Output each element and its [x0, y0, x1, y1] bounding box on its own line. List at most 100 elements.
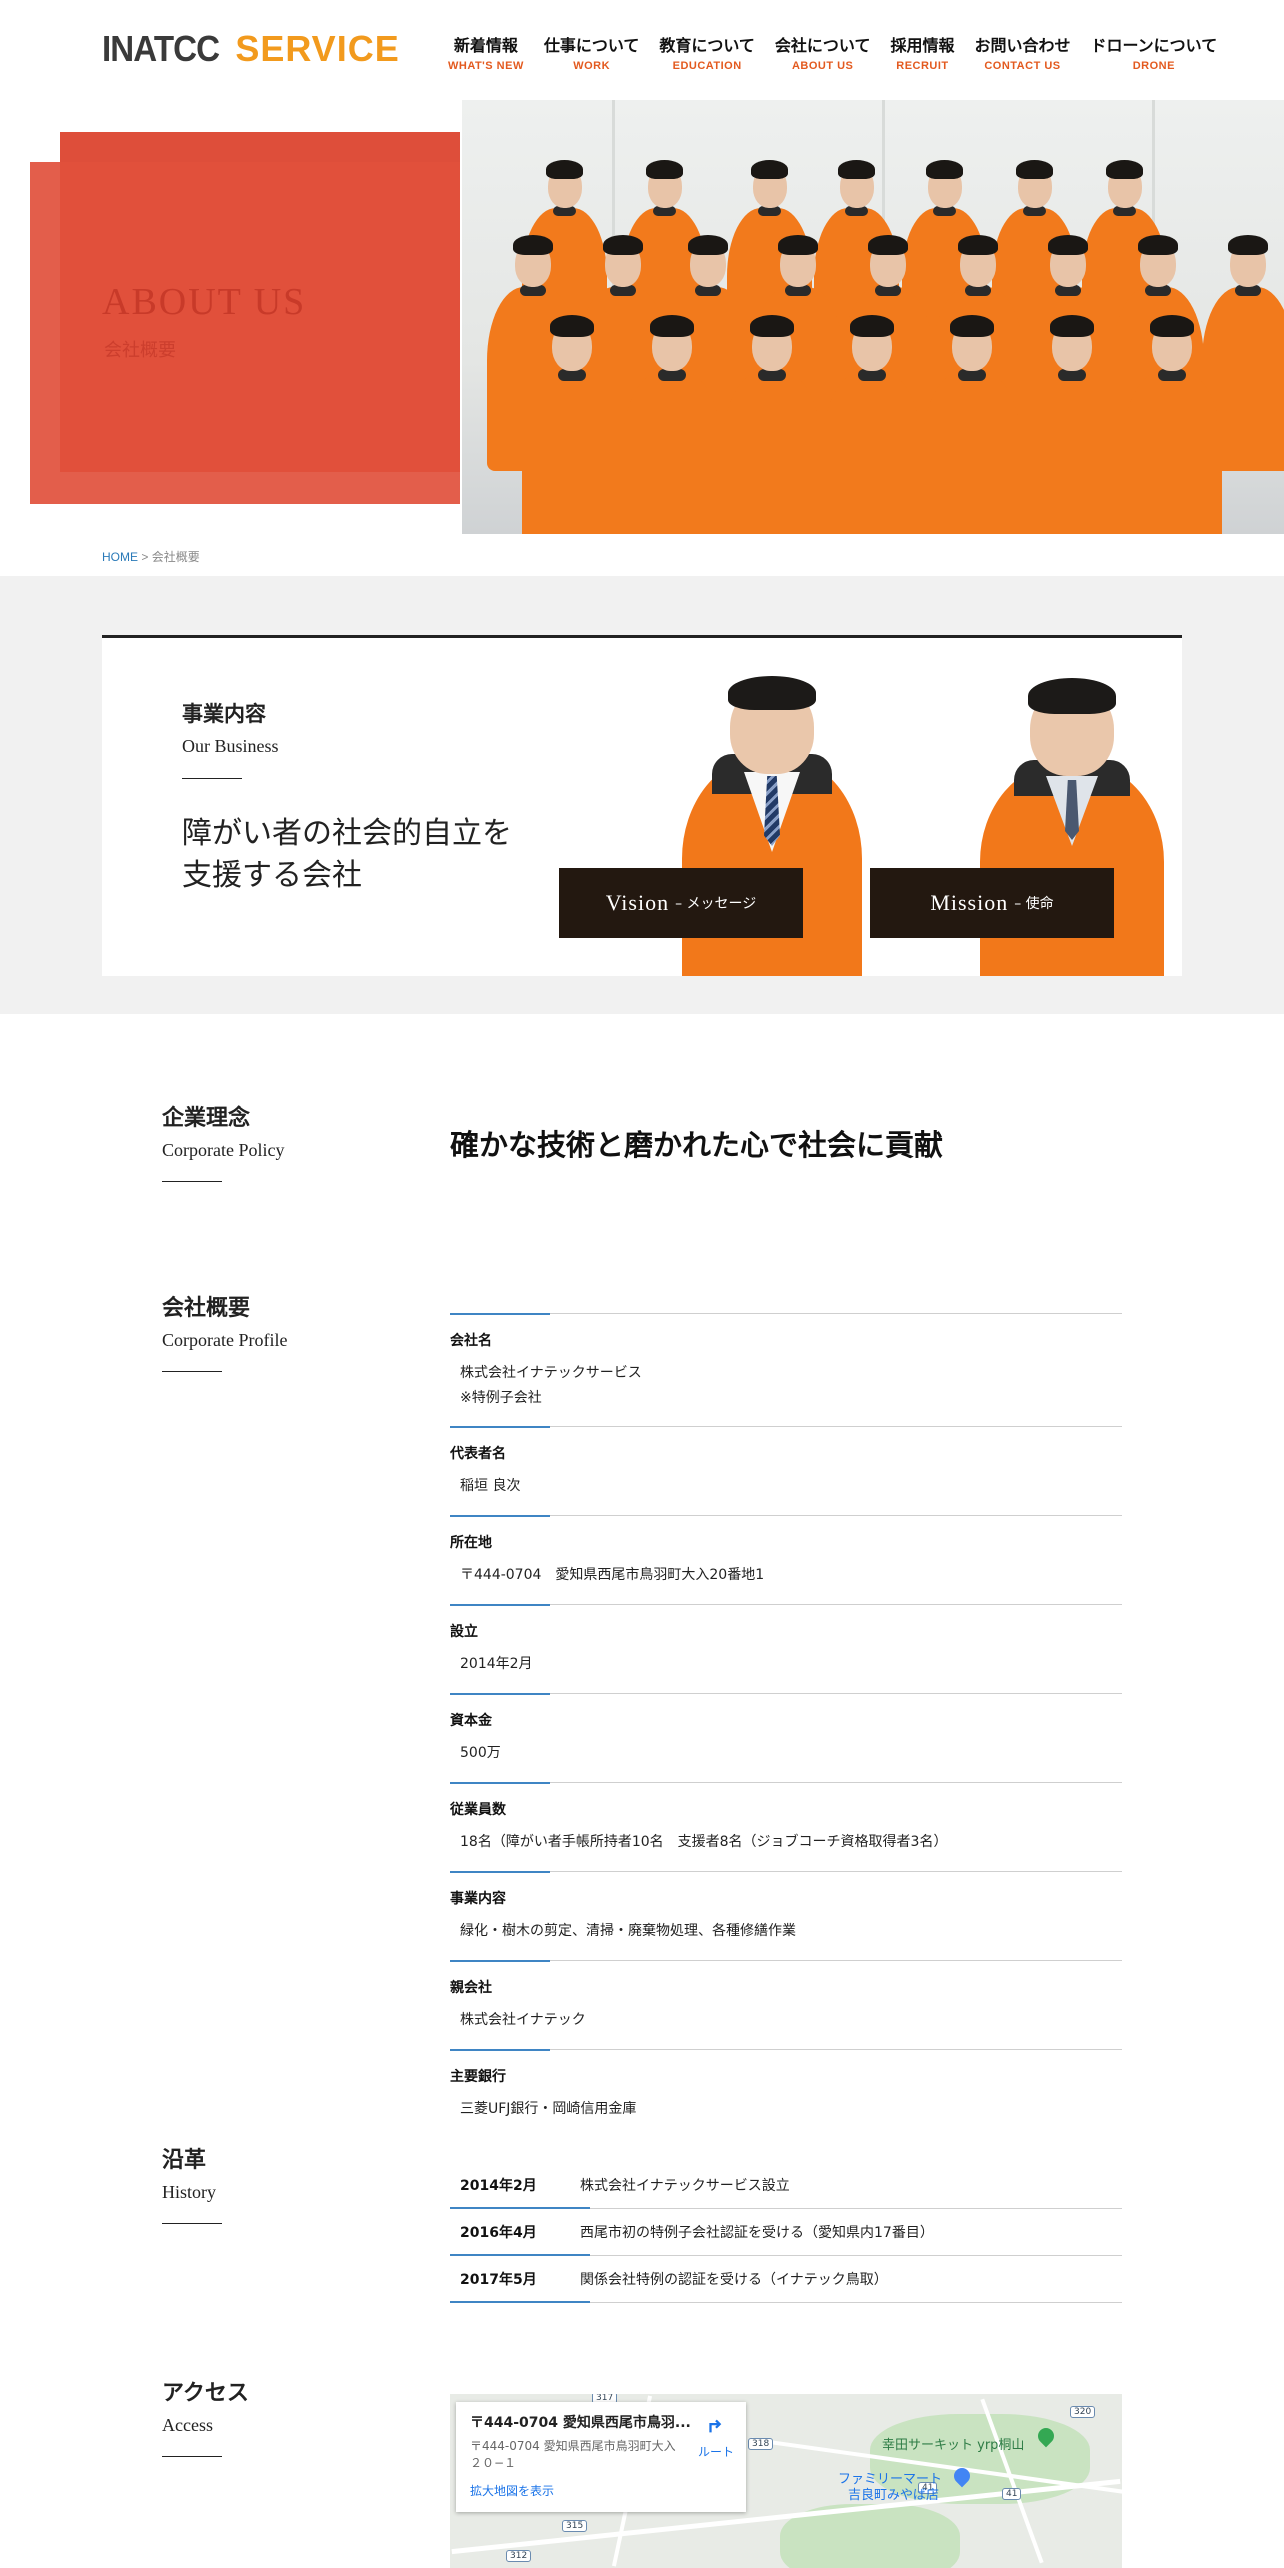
site-logo[interactable]: INATCC SERVICE [102, 26, 400, 72]
history-row: 2014年2月 株式会社イナテックサービス設立 [450, 2162, 1122, 2209]
history-event: 株式会社イナテックサービス設立 [580, 2178, 790, 2194]
route-shield: 41 [1002, 2488, 1022, 2500]
hair [837, 160, 876, 179]
hair [750, 160, 789, 179]
hero-title: ABOUT US [102, 281, 307, 323]
breadcrumb: HOME > 会社概要 [102, 548, 200, 565]
profile-row: 事業内容 緑化・樹木の剪定、清掃・廃棄物処理、各種修繕作業 [450, 1871, 1122, 1960]
history-row: 2017年5月 関係会社特例の認証を受ける（イナテック鳥取） [450, 2256, 1122, 2303]
profile-label: 所在地 [450, 1535, 492, 1551]
heading-underline [162, 2456, 222, 2457]
nav-label-jp: 教育について [659, 36, 755, 55]
profile-table: 会社名 株式会社イナテックサービス ※特例子会社 代表者名 稲垣 良次 所在地 … [450, 1313, 1122, 2138]
history-heading: 沿革 History [162, 2142, 222, 2224]
profile-value: 2014年2月 [460, 1656, 533, 1672]
profile-value: 18名（障がい者手帳所持者10名 支援者8名（ジョブコーチ資格取得者3名） [460, 1834, 948, 1850]
vision-button-sublabel: – メッセージ [675, 896, 757, 912]
map-route-button[interactable]: ルート [698, 2414, 734, 2460]
directions-icon [709, 2419, 722, 2433]
breadcrumb-current: 会社概要 [151, 550, 200, 564]
map-info-card: 〒444-0704 愛知県西尾市鳥羽... 〒444-0704 愛知県西尾市鳥羽… [456, 2402, 746, 2512]
profile-value: 株式会社イナテック [460, 2012, 586, 2028]
profile-row: 従業員数 18名（障がい者手帳所持者10名 支援者8名（ジョブコーチ資格取得者3… [450, 1782, 1122, 1871]
nav-item-news[interactable]: 新着情報 WHAT'S NEW [438, 32, 534, 72]
nav-item-education[interactable]: 教育について EDUCATION [649, 32, 765, 72]
map-route-label: ルート [697, 2445, 734, 2459]
hair [1050, 315, 1094, 337]
policy-statement: 確かな技術と磨かれた心で社会に貢献 [450, 1128, 944, 1162]
hair [1047, 235, 1089, 256]
breadcrumb-home-link[interactable]: HOME [102, 550, 138, 564]
mission-button-sublabel: – 使命 [1014, 896, 1054, 912]
nav-item-work[interactable]: 仕事について WORK [534, 32, 650, 72]
nav-label-en: WORK [573, 60, 611, 72]
hair [750, 315, 794, 337]
profile-row: 主要銀行 三菱UFJ銀行・岡崎信用金庫 [450, 2049, 1122, 2138]
orange-jacket [822, 371, 922, 534]
hair [1227, 235, 1269, 256]
orange-jacket [622, 371, 722, 534]
nav-label-en: DRONE [1132, 60, 1175, 72]
hero-subtitle: 会社概要 [104, 340, 176, 361]
hair [602, 235, 644, 256]
catchphrase-line-1: 障がい者の社会的自立を [182, 816, 512, 851]
nav-item-recruit[interactable]: 採用情報 RECRUIT [880, 32, 964, 72]
access-map[interactable]: 317 320 318 41 41 315 312 幸田サーキット yrp桐山 … [450, 2394, 1122, 2568]
hair [545, 160, 584, 179]
hair [1150, 315, 1194, 337]
profile-label: 代表者名 [450, 1446, 506, 1462]
history-heading-en: History [162, 2182, 216, 2202]
profile-label: 主要銀行 [450, 2069, 506, 2085]
vision-button-label: Vision [605, 890, 670, 915]
portrait-hair [1028, 678, 1116, 714]
profile-value: 緑化・樹木の剪定、清掃・廃棄物処理、各種修繕作業 [460, 1923, 796, 1939]
hero-red-panel-front [30, 162, 460, 504]
hero-banner: ABOUT US 会社概要 [0, 100, 1284, 534]
profile-row: 資本金 500万 [450, 1693, 1122, 1782]
map-enlarge-link[interactable]: 拡大地図を表示 [470, 2482, 732, 2499]
profile-label: 設立 [450, 1624, 478, 1640]
profile-value: 株式会社イナテックサービス [460, 1365, 642, 1381]
profile-heading: 会社概要 Corporate Profile [162, 1290, 287, 1372]
history-event: 西尾市初の特例子会社認証を受ける（愛知県内17番目） [580, 2225, 934, 2241]
nav-item-about[interactable]: 会社について ABOUT US [765, 32, 881, 72]
nav-label-en: EDUCATION [672, 60, 742, 72]
nav-item-drone[interactable]: ドローンについて DRONE [1080, 32, 1227, 72]
profile-value: 〒444-0704 愛知県西尾市鳥羽町大入20番地1 [460, 1567, 765, 1583]
orange-jacket [522, 371, 622, 534]
catchphrase-line-2: 支援する会社 [182, 858, 362, 893]
hair [867, 235, 909, 256]
heading-underline [162, 2223, 222, 2224]
nav-label-en: RECRUIT [896, 60, 949, 72]
route-shield: 318 [748, 2438, 774, 2450]
profile-heading-jp: 会社概要 [162, 1296, 251, 1321]
history-table: 2014年2月 株式会社イナテックサービス設立 2016年4月 西尾市初の特例子… [450, 2162, 1122, 2303]
orange-jacket [922, 371, 1022, 534]
nav-label-en: ABOUT US [791, 60, 854, 72]
hair [687, 235, 729, 256]
staff-group-photo [462, 100, 1284, 534]
profile-label: 従業員数 [450, 1802, 506, 1818]
mission-button-label: Mission [930, 890, 1009, 915]
route-shield: 315 [562, 2520, 588, 2532]
nav-label-jp: 仕事について [543, 36, 640, 55]
history-year: 2017年5月 [460, 2272, 537, 2288]
nav-item-contact[interactable]: お問い合わせ CONTACT US [964, 32, 1080, 72]
nav-label-en: CONTACT US [984, 60, 1061, 72]
mission-button[interactable]: Mission – 使命 [870, 868, 1114, 938]
vision-button[interactable]: Vision – メッセージ [559, 868, 803, 938]
access-heading-en: Access [162, 2415, 213, 2435]
hair [1015, 160, 1054, 179]
profile-label: 会社名 [450, 1333, 492, 1349]
profile-value: 三菱UFJ銀行・岡崎信用金庫 [460, 2101, 637, 2117]
nav-label-jp: ドローンについて [1090, 36, 1218, 55]
nav-label-en: WHAT'S NEW [448, 60, 524, 72]
orange-jacket [1022, 371, 1122, 534]
profile-value-note: ※特例子会社 [460, 1390, 542, 1406]
portrait-hair [728, 676, 816, 710]
profile-label: 事業内容 [450, 1891, 506, 1907]
profile-row: 所在地 〒444-0704 愛知県西尾市鳥羽町大入20番地1 [450, 1515, 1122, 1604]
breadcrumb-separator: > [138, 550, 152, 564]
profile-heading-en: Corporate Profile [162, 1330, 288, 1350]
orange-jacket [722, 371, 822, 534]
